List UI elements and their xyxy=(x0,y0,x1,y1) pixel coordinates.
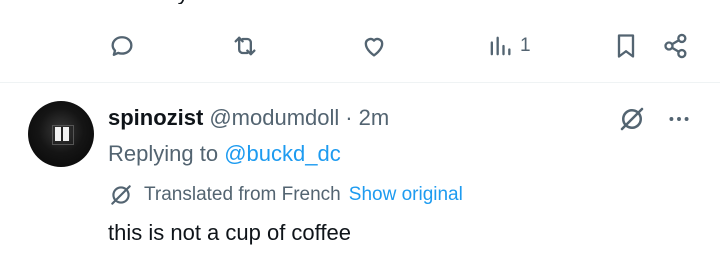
avatar[interactable] xyxy=(28,101,94,167)
translated-label: Translated from French xyxy=(144,184,341,205)
tweet-header: spinozist @modumdoll · 2m xyxy=(108,104,389,132)
show-original-link[interactable]: Show original xyxy=(349,184,463,206)
more-horizontal-icon xyxy=(669,117,689,121)
previous-tweet-text: chickory xyxy=(108,0,189,4)
reply-button[interactable] xyxy=(108,28,136,64)
replying-to: Replying to @buckd_dc xyxy=(108,141,341,167)
tweet-text: this is not a cup of coffee xyxy=(108,220,351,245)
divider xyxy=(0,82,720,83)
share-icon xyxy=(664,33,687,59)
separator-dot: · xyxy=(345,105,353,130)
display-name[interactable]: spinozist xyxy=(108,105,203,131)
user-handle[interactable]: @modumdoll xyxy=(209,105,339,131)
retweet-button[interactable] xyxy=(231,28,259,64)
replying-prefix: Replying to xyxy=(108,141,219,166)
like-button[interactable] xyxy=(360,28,388,64)
timestamp[interactable]: 2m xyxy=(359,105,390,131)
avatar-window xyxy=(55,127,69,141)
bar-chart-icon xyxy=(490,36,511,56)
action-bar: 1 xyxy=(0,28,720,64)
replying-mention-link[interactable]: @buckd_dc xyxy=(224,141,341,166)
bookmark-button[interactable] xyxy=(612,28,640,64)
more-options-button[interactable] xyxy=(664,104,694,134)
translate-icon xyxy=(620,107,644,131)
comment-bubble-icon xyxy=(111,36,133,56)
translate-button[interactable] xyxy=(617,104,647,134)
translation-notice: Translated from French Show original xyxy=(108,182,463,208)
retweet-icon xyxy=(234,36,256,56)
views-count: 1 xyxy=(520,35,531,56)
bookmark-icon xyxy=(617,34,635,58)
views-button[interactable]: 1 xyxy=(486,28,531,64)
translate-icon xyxy=(111,185,131,205)
heart-icon xyxy=(364,37,384,57)
share-button[interactable] xyxy=(662,28,690,64)
